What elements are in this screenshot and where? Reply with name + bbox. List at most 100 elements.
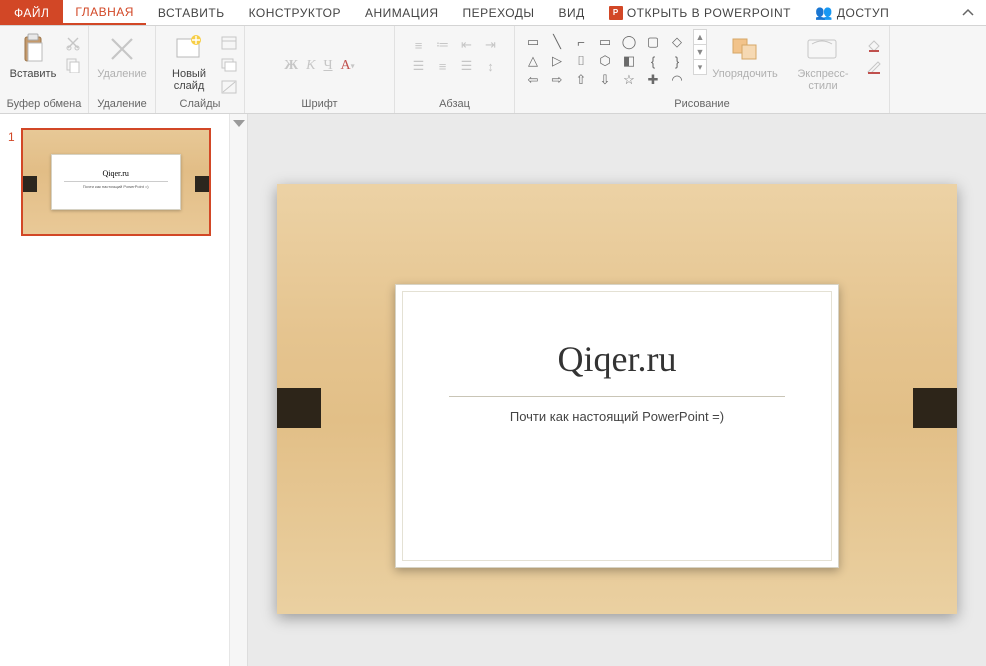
shape-hexagon-icon[interactable]: ⬡ (595, 53, 615, 69)
tab-transitions[interactable]: ПЕРЕХОДЫ (450, 0, 546, 25)
align-left-button[interactable]: ☰ (409, 57, 429, 75)
ribbon: Вставить Буфер обмена Удаление Удален (0, 26, 986, 114)
group-clipboard-label: Буфер обмена (7, 96, 82, 111)
tab-insert[interactable]: ВСТАВИТЬ (146, 0, 237, 25)
tab-strip: ФАЙЛ ГЛАВНАЯ ВСТАВИТЬ КОНСТРУКТОР АНИМАЦ… (0, 0, 986, 26)
slide-subtitle[interactable]: Почти как настоящий PowerPoint =) (403, 409, 831, 424)
tab-file[interactable]: ФАЙЛ (0, 0, 63, 25)
tab-home[interactable]: ГЛАВНАЯ (63, 0, 146, 25)
delete-label: Удаление (97, 68, 147, 80)
layout-icon (221, 36, 237, 50)
align-right-button[interactable]: ☰ (457, 57, 477, 75)
indent-decrease-button[interactable]: ⇤ (457, 36, 477, 54)
group-slides: Новый слайд Слайды (156, 26, 245, 113)
shape-cube-icon[interactable]: ◧ (619, 53, 639, 69)
gallery-expand[interactable]: ▾ (693, 59, 707, 75)
group-paragraph-label: Абзац (439, 96, 470, 111)
group-drawing: ▭ ╲ ⌐ ▭ ◯ ▢ ◇ △ ▷ ⌷ ⬡ ◧ { } ⇦ ⇨ ⇧ (515, 26, 890, 113)
shape-outline-button[interactable] (865, 58, 883, 76)
tab-share[interactable]: 👥 ДОСТУП (803, 0, 901, 25)
duplicate-slide-icon (221, 58, 237, 72)
new-slide-label: Новый слайд (172, 68, 206, 92)
shape-line-icon[interactable]: ╲ (547, 34, 567, 50)
new-slide-icon (174, 32, 204, 66)
ribbon-collapse-button[interactable] (950, 0, 986, 25)
indent-increase-button[interactable]: ⇥ (481, 36, 501, 54)
shape-connector-icon[interactable]: ⌐ (571, 34, 591, 50)
shape-rectangle-icon[interactable]: ▭ (595, 34, 615, 50)
pen-outline-icon (866, 60, 882, 74)
shape-textbox-icon[interactable]: ▭ (523, 34, 543, 50)
shapes-gallery[interactable]: ▭ ╲ ⌐ ▭ ◯ ▢ ◇ △ ▷ ⌷ ⬡ ◧ { } ⇦ ⇨ ⇧ (521, 30, 689, 92)
cut-button[interactable] (64, 34, 82, 52)
group-slides-label: Слайды (180, 96, 221, 111)
shape-fill-button[interactable] (865, 36, 883, 54)
thumbnail-title: Qiqer.ru (52, 155, 180, 178)
slide-layout-button[interactable] (220, 34, 238, 52)
thumbnail-number: 1 (8, 128, 15, 236)
tab-open-in-powerpoint[interactable]: P ОТКРЫТЬ В POWERPOINT (597, 0, 803, 25)
copy-icon (65, 57, 81, 73)
text-direction-button[interactable]: ↕ (481, 57, 501, 75)
scissors-icon (65, 35, 81, 51)
quick-styles-label: Экспресс-стили (783, 68, 863, 92)
delete-button[interactable]: Удаление (95, 30, 149, 96)
quick-styles-button[interactable]: Экспресс-стили (783, 30, 863, 96)
gallery-scroll-down[interactable]: ▼ (693, 44, 707, 60)
shape-left-brace-icon[interactable]: { (643, 53, 663, 69)
quick-styles-icon (806, 32, 840, 66)
bullets-button[interactable]: ≡ (409, 36, 429, 54)
numbering-button[interactable]: ≔ (433, 36, 453, 54)
arrange-label: Упорядочить (712, 68, 777, 80)
tab-view[interactable]: ВИД (547, 0, 597, 25)
tab-share-label: ДОСТУП (837, 6, 889, 20)
shape-right-arrow-icon[interactable]: ▷ (547, 53, 567, 69)
arrange-icon (730, 32, 760, 66)
tab-open-in-powerpoint-label: ОТКРЫТЬ В POWERPOINT (627, 6, 791, 20)
group-clipboard: Вставить Буфер обмена (0, 26, 89, 113)
shape-plus-icon[interactable]: ✚ (643, 72, 663, 88)
bucket-icon (866, 38, 882, 52)
shape-cylinder-icon[interactable]: ⌷ (571, 53, 591, 69)
group-delete: Удаление Удаление (89, 26, 156, 113)
bold-button[interactable]: Ж (284, 58, 298, 74)
arrange-button[interactable]: Упорядочить (709, 30, 781, 96)
paste-label: Вставить (10, 68, 57, 80)
shape-rounded-rect-icon[interactable]: ▢ (643, 34, 663, 50)
italic-button[interactable]: К (306, 58, 315, 74)
slide-duplicate-button[interactable] (220, 56, 238, 74)
paste-button[interactable]: Вставить (6, 30, 60, 96)
powerpoint-icon: P (609, 6, 623, 20)
copy-button[interactable] (64, 56, 82, 74)
thumbnail-slide-1[interactable]: Qiqer.ru Почти как настоящий PowerPoint … (21, 128, 211, 236)
shape-arrow-down-icon[interactable]: ⇩ (595, 72, 615, 88)
shape-arrow-left-icon[interactable]: ⇦ (523, 72, 543, 88)
shape-triangle-icon[interactable]: △ (523, 53, 543, 69)
shape-callout-icon[interactable]: ◇ (667, 34, 687, 50)
group-drawing-label: Рисование (674, 96, 729, 111)
shape-right-brace-icon[interactable]: } (667, 53, 687, 69)
thumbnail-subtitle: Почти как настоящий PowerPoint =) (52, 184, 180, 189)
gallery-scroll-up[interactable]: ▲ (693, 29, 707, 45)
group-font: Ж К Ч А▾ Шрифт (245, 26, 395, 113)
share-icon: 👥 (815, 4, 833, 21)
new-slide-button[interactable]: Новый слайд (162, 30, 216, 96)
hide-slide-icon (221, 80, 237, 94)
align-center-button[interactable]: ≡ (433, 57, 453, 75)
shape-arrow-right-icon[interactable]: ⇨ (547, 72, 567, 88)
shape-star-icon[interactable]: ☆ (619, 72, 639, 88)
slide-hide-button[interactable] (220, 78, 238, 96)
slide-editor-area[interactable]: Qiqer.ru Почти как настоящий PowerPoint … (230, 114, 986, 666)
slide-title[interactable]: Qiqer.ru (403, 292, 831, 380)
tab-animation[interactable]: АНИМАЦИЯ (353, 0, 450, 25)
group-delete-label: Удаление (97, 96, 147, 111)
shape-cloud-icon[interactable]: ◠ (667, 72, 687, 88)
thumbnail-pane: 1 Qiqer.ru Почти как настоящий PowerPoin… (0, 114, 230, 666)
underline-button[interactable]: Ч (323, 58, 332, 74)
shape-arrow-up-icon[interactable]: ⇧ (571, 72, 591, 88)
shape-oval-icon[interactable]: ◯ (619, 34, 639, 50)
shapes-gallery-scroll: ▲ ▼ ▾ (693, 30, 707, 75)
font-color-button[interactable]: А▾ (341, 58, 355, 74)
slide-canvas[interactable]: Qiqer.ru Почти как настоящий PowerPoint … (277, 184, 957, 614)
tab-design[interactable]: КОНСТРУКТОР (237, 0, 353, 25)
